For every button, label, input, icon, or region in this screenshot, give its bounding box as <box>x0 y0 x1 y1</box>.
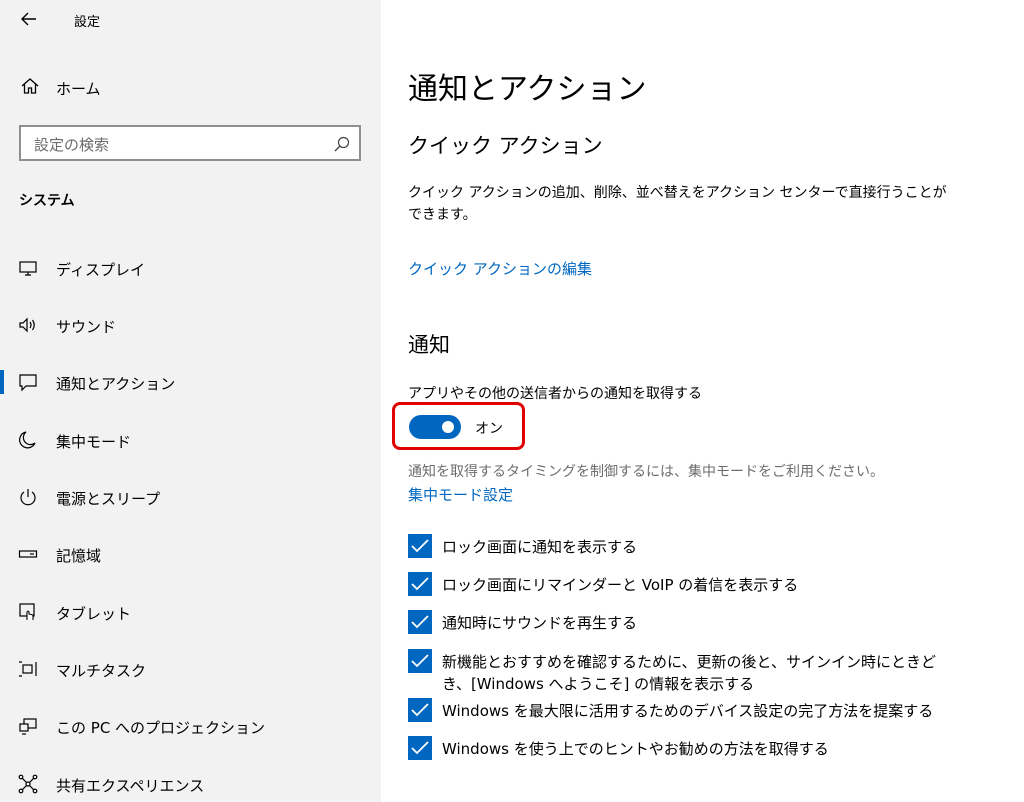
checkbox-label: ロック画面に通知を表示する <box>442 538 638 556</box>
sidebar-item-label: マルチタスク <box>56 662 147 680</box>
quick-actions-heading: クイック アクション <box>408 134 603 158</box>
home-label: ホーム <box>56 80 101 98</box>
checkbox-label: 新機能とおすすめを確認するために、更新の後と、サインイン時にときどき、[Wind… <box>442 653 936 693</box>
sidebar-item-power[interactable]: 電源とスリープ <box>0 477 381 517</box>
checkbox[interactable] <box>408 698 432 722</box>
toggle-state-label: オン <box>475 421 503 437</box>
main-content: 通知とアクション クイック アクション クイック アクションの追加、削除、並べ替… <box>381 0 1024 802</box>
multitask-icon <box>18 659 38 679</box>
checkbox-label: 通知時にサウンドを再生する <box>442 614 638 632</box>
sidebar-item-label: 通知とアクション <box>56 375 176 393</box>
back-button[interactable] <box>16 6 42 32</box>
focus-assist-hint: 通知を取得するタイミングを制御するには、集中モードをご利用ください。 <box>408 464 884 480</box>
notifications-heading: 通知 <box>408 333 450 357</box>
sidebar-item-label: 共有エクスペリエンス <box>56 777 205 795</box>
checkbox[interactable] <box>408 534 432 558</box>
sidebar-item-label: 集中モード <box>56 433 132 451</box>
sidebar-item-sound[interactable]: サウンド <box>0 305 381 345</box>
sidebar-item-projection[interactable]: この PC へのプロジェクション <box>0 706 381 746</box>
toggle-knob <box>442 421 454 433</box>
checkmark-icon <box>411 539 429 553</box>
share-icon <box>18 774 38 794</box>
checkmark-icon <box>411 615 429 629</box>
title-bar: 設定 <box>0 0 381 40</box>
storage-icon <box>18 544 38 564</box>
sidebar-item-label: サウンド <box>56 318 117 336</box>
checkmark-icon <box>411 654 429 668</box>
home-icon <box>20 76 40 96</box>
sidebar-item-label: この PC へのプロジェクション <box>56 719 266 737</box>
notifications-toggle[interactable] <box>409 415 461 439</box>
quick-actions-description: クイック アクションの追加、削除、並べ替えをアクション センターで直接行うことが… <box>408 185 947 223</box>
checkbox[interactable] <box>408 572 432 596</box>
section-title: システム <box>19 193 75 209</box>
checkbox-label: Windows を最大限に活用するためのデバイス設定の完了方法を提案する <box>442 702 934 720</box>
sidebar-item-tablet[interactable]: タブレット <box>0 592 381 632</box>
notifications-toggle-label: アプリやその他の送信者からの通知を取得する <box>408 386 702 402</box>
tablet-icon <box>18 602 38 622</box>
checkbox[interactable] <box>408 610 432 634</box>
app-title: 設定 <box>74 15 101 30</box>
checkbox-label: Windows を使う上でのヒントやお勧めの方法を取得する <box>442 740 829 758</box>
sidebar-item-shared-experiences[interactable]: 共有エクスペリエンス <box>0 764 381 802</box>
sidebar-item-label: ディスプレイ <box>56 261 145 279</box>
sidebar-item-home[interactable]: ホーム <box>0 70 381 104</box>
checkmark-icon <box>411 577 429 591</box>
sidebar-item-notifications[interactable]: 通知とアクション <box>0 362 381 402</box>
sidebar-item-storage[interactable]: 記憶域 <box>0 534 381 574</box>
projection-icon <box>18 716 38 736</box>
sidebar-item-multitasking[interactable]: マルチタスク <box>0 649 381 689</box>
notification-icon <box>18 372 38 392</box>
moon-icon <box>18 430 38 450</box>
sidebar-item-focus-assist[interactable]: 集中モード <box>0 420 381 460</box>
sidebar: 設定 ホーム 設定の検索 システム ディスプレイ サウンド 通知とアクション 集… <box>0 0 381 802</box>
speaker-icon <box>18 315 38 335</box>
search-icon[interactable] <box>333 135 351 153</box>
power-icon <box>18 487 38 507</box>
checkmark-icon <box>411 703 429 717</box>
focus-assist-settings-link[interactable]: 集中モード設定 <box>408 484 513 505</box>
edit-quick-actions-link[interactable]: クイック アクションの編集 <box>408 258 592 279</box>
checkbox[interactable] <box>408 736 432 760</box>
page-title: 通知とアクション <box>408 72 647 107</box>
sidebar-item-label: 電源とスリープ <box>56 490 161 508</box>
search-placeholder: 設定の検索 <box>34 136 110 154</box>
selection-indicator <box>0 370 4 394</box>
sidebar-item-label: 記憶域 <box>56 547 102 565</box>
sidebar-item-display[interactable]: ディスプレイ <box>0 248 381 288</box>
checkbox-label: ロック画面にリマインダーと VoIP の着信を表示する <box>442 576 799 594</box>
back-arrow-icon <box>21 12 36 26</box>
monitor-icon <box>18 258 38 278</box>
search-input[interactable]: 設定の検索 <box>19 125 361 161</box>
checkbox[interactable] <box>408 649 432 673</box>
sidebar-item-label: タブレット <box>56 605 132 623</box>
checkmark-icon <box>411 741 429 755</box>
